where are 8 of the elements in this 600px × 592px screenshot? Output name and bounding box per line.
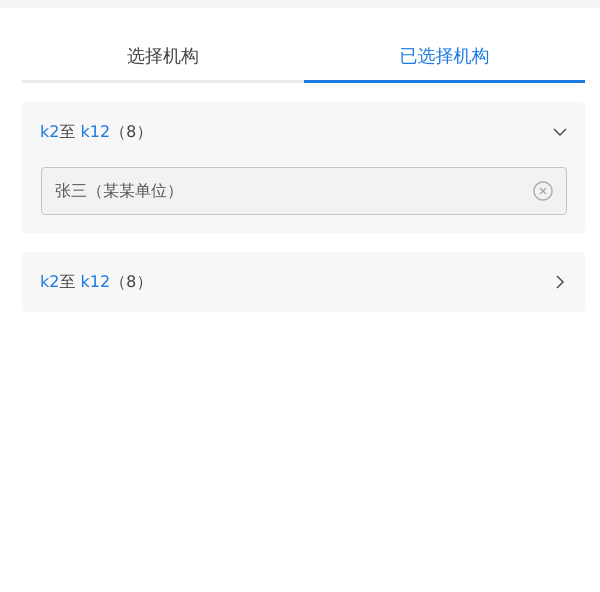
selected-item-field[interactable]: 张三（某某单位） <box>41 167 567 215</box>
tab[interactable]: 选择机构 <box>22 44 304 83</box>
item-label: 张三（某某单位） <box>55 180 183 202</box>
group-title: k2至 k12（8） <box>40 122 152 142</box>
group-header[interactable]: k2至 k12（8） <box>22 252 585 312</box>
group-title: k2至 k12（8） <box>40 272 152 292</box>
group-header[interactable]: k2至 k12（8） <box>22 102 585 162</box>
tab[interactable]: 已选择机构 <box>304 44 585 83</box>
